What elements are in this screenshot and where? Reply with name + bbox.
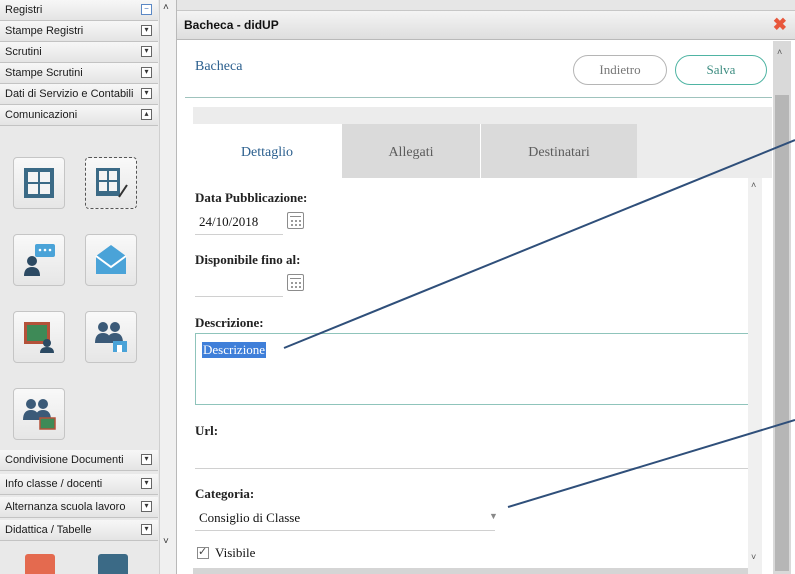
scroll-down-icon[interactable]: ˅ (751, 552, 756, 562)
field-underline (195, 530, 495, 531)
calendar-icon[interactable] (287, 274, 304, 291)
group-school-tile[interactable] (85, 311, 137, 363)
expand-icon[interactable]: ▾ (141, 501, 152, 512)
tab-bar: Dettaglio Allegati Destinatari (193, 124, 772, 178)
expand-icon[interactable]: ▾ (141, 88, 152, 99)
tab-dettaglio[interactable]: Dettaglio (193, 124, 341, 178)
dettaglio-form: Data Pubblicazione: 24/10/2018 Disponibi… (193, 178, 748, 574)
menu-comunicazioni[interactable]: Comunicazioni ▴ (0, 105, 158, 126)
collapse-icon[interactable]: − (141, 4, 152, 15)
menu-label: Info classe / docenti (5, 478, 103, 490)
horizontal-scrollbar[interactable] (193, 568, 748, 574)
menu-label: Scrutini (5, 46, 42, 58)
scroll-up-icon[interactable]: ˄ (751, 180, 756, 190)
group-school-icon (95, 322, 127, 352)
comunicazioni-icon-panel (0, 152, 158, 448)
bacheca-edit-tile[interactable] (85, 157, 137, 209)
menu-label: Registri (5, 4, 43, 16)
menu-dati-servizio[interactable]: Dati di Servizio e Contabili ▾ (0, 84, 158, 105)
bacheca-dialog: Bacheca - didUP ✖ Bacheca Indietro Salva… (177, 0, 795, 574)
tab-destinatari[interactable]: Destinatari (481, 124, 637, 178)
scroll-down-icon[interactable]: ˅ (163, 536, 169, 547)
menu-label: Stampe Registri (5, 25, 84, 37)
tab-strip-background (193, 107, 772, 124)
expand-icon[interactable]: ▾ (141, 524, 152, 535)
description-text: Descrizione (202, 342, 267, 358)
bacheca-grid-tile[interactable] (13, 157, 65, 209)
category-select[interactable]: Consiglio di Classe (199, 510, 300, 526)
scroll-up-icon[interactable]: ˄ (777, 47, 782, 57)
expand-icon[interactable]: ▾ (141, 25, 152, 36)
partial-tile-icon[interactable] (98, 554, 128, 574)
dialog-scrollbar[interactable]: ˄ (773, 41, 791, 574)
menu-label: Comunicazioni (5, 109, 78, 121)
menu-label: Condivisione Documenti (5, 454, 124, 466)
chat-person-icon (24, 244, 55, 276)
expand-icon[interactable]: ▾ (141, 454, 152, 465)
scroll-up-icon[interactable]: ˄ (163, 2, 169, 13)
menu-scrutini[interactable]: Scrutini ▾ (0, 42, 158, 63)
page-title: Bacheca (195, 59, 243, 74)
menu-label: Didattica / Tabelle (5, 524, 92, 536)
url-label: Url: (195, 423, 219, 438)
pub-date-label: Data Pubblicazione: (195, 190, 308, 205)
group-board-tile[interactable] (13, 388, 65, 440)
scrollbar-thumb[interactable] (775, 95, 789, 571)
dialog-header: Bacheca Indietro Salva (185, 41, 772, 98)
save-button[interactable]: Salva (675, 55, 767, 85)
menu-label: Stampe Scrutini (5, 67, 83, 79)
pub-date-input[interactable]: 24/10/2018 (199, 214, 258, 230)
envelope-icon (95, 245, 127, 274)
menu-alternanza[interactable]: Alternanza scuola lavoro ▾ (0, 497, 158, 518)
sidebar-scrollbar[interactable]: ˄ ˅ (159, 0, 176, 574)
menu-didattica[interactable]: Didattica / Tabelle ▾ (0, 520, 158, 541)
field-underline (195, 234, 283, 235)
tab-bar-filler (637, 124, 772, 178)
form-scrollbar[interactable]: ˄ ˅ (748, 178, 762, 574)
menu-label: Dati di Servizio e Contabili (5, 88, 134, 100)
category-label: Categoria: (195, 486, 255, 501)
expand-icon[interactable]: ▾ (141, 46, 152, 57)
blackboard-teacher-tile[interactable] (13, 311, 65, 363)
description-textarea[interactable]: Descrizione (195, 333, 748, 405)
menu-info-classe[interactable]: Info classe / docenti ▾ (0, 474, 158, 495)
sidebar: Registri − Stampe Registri ▾ Scrutini ▾ … (0, 0, 177, 574)
back-button[interactable]: Indietro (573, 55, 667, 85)
dialog-title: Bacheca - didUP (184, 18, 279, 32)
until-date-label: Disponibile fino al: (195, 252, 301, 267)
dialog-titlebar[interactable]: Bacheca - didUP ✖ (177, 10, 795, 40)
collapse-icon[interactable]: ▴ (141, 109, 152, 120)
field-underline (195, 468, 748, 469)
blackboard-teacher-icon (24, 322, 54, 353)
chat-person-tile[interactable] (13, 234, 65, 286)
tab-allegati[interactable]: Allegati (342, 124, 480, 178)
dropdown-arrow-icon[interactable]: ▼ (489, 511, 498, 521)
close-icon[interactable]: ✖ (773, 15, 787, 35)
visible-label: Visibile (215, 545, 256, 560)
description-label: Descrizione: (195, 315, 264, 330)
menu-stampe-scrutini[interactable]: Stampe Scrutini ▾ (0, 63, 158, 84)
expand-icon[interactable]: ▾ (141, 67, 152, 78)
envelope-tile[interactable] (85, 234, 137, 286)
menu-stampe-registri[interactable]: Stampe Registri ▾ (0, 21, 158, 42)
calendar-icon[interactable] (287, 212, 304, 229)
expand-icon[interactable]: ▾ (141, 478, 152, 489)
group-board-icon (23, 399, 56, 430)
menu-label: Alternanza scuola lavoro (5, 501, 126, 513)
bacheca-edit-icon (96, 168, 128, 198)
partial-tile-icon[interactable] (25, 554, 55, 574)
menu-registri[interactable]: Registri − (0, 0, 158, 21)
field-underline (195, 296, 283, 297)
window-top-strip (177, 0, 795, 10)
visible-checkbox[interactable] (197, 545, 209, 559)
bacheca-grid-icon (24, 168, 54, 198)
menu-condivisione-documenti[interactable]: Condivisione Documenti ▾ (0, 450, 158, 471)
